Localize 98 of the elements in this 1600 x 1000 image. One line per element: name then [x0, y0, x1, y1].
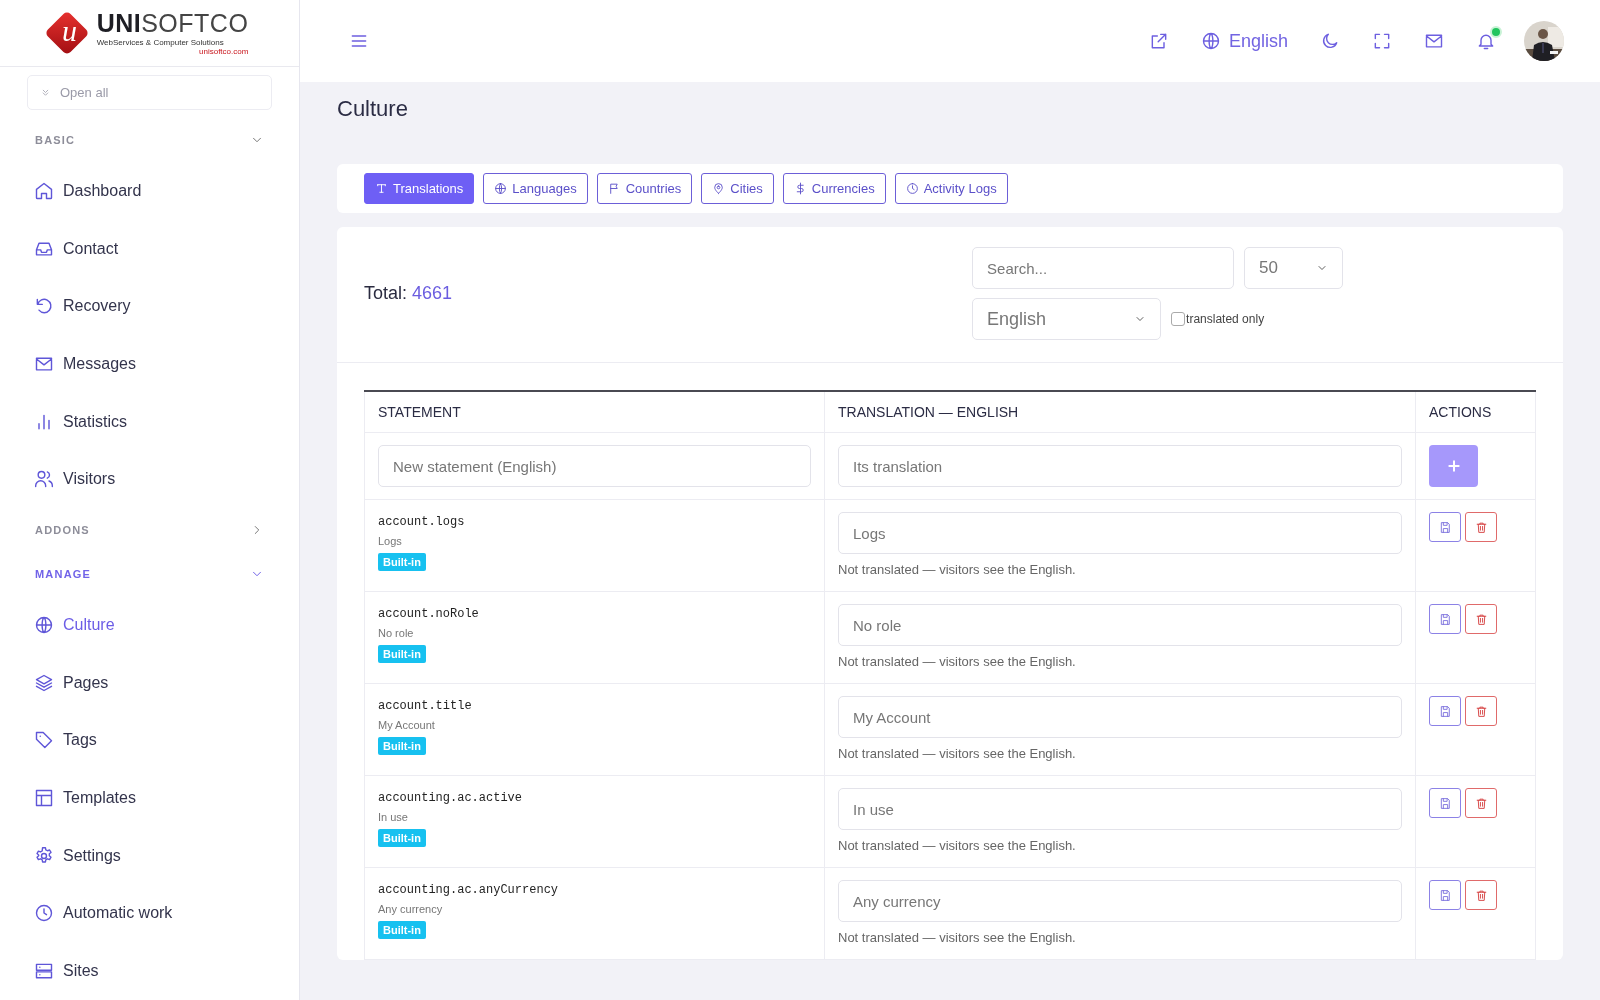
save-button[interactable]: [1429, 512, 1461, 542]
translation-field[interactable]: Its translation: [838, 445, 1402, 487]
logo-url: unisoftco.com: [198, 46, 249, 56]
globe-icon: [1200, 31, 1221, 51]
trash-icon: [1474, 520, 1488, 534]
sidebar-item[interactable]: Statistics: [27, 392, 272, 451]
column-header: TRANSLATION — ENGLISH: [824, 391, 1416, 433]
tab[interactable]: Languages: [483, 173, 588, 204]
trash-icon: [1474, 612, 1488, 626]
save-button[interactable]: [1429, 788, 1461, 818]
translation-field[interactable]: No role: [838, 604, 1402, 646]
tab[interactable]: Activity Logs: [894, 173, 1008, 204]
globe-icon: [34, 615, 54, 636]
house-icon: [34, 180, 54, 201]
translation-field[interactable]: Logs: [838, 512, 1402, 554]
page-title: Culture: [337, 96, 409, 122]
column-header: STATEMENT: [364, 391, 825, 433]
sidebar-item[interactable]: Sites: [27, 942, 272, 1000]
default-text: Any currency: [378, 903, 444, 915]
default-text: No role: [378, 627, 415, 639]
statement-key: account.noRole: [378, 607, 811, 621]
settings-icon: [34, 845, 54, 866]
default-text: In use: [378, 811, 409, 823]
flag-icon: [607, 182, 621, 195]
translation-field[interactable]: My Account: [838, 696, 1402, 738]
sidebar-item[interactable]: Recovery: [27, 277, 272, 336]
statement-key: account.title: [378, 699, 811, 713]
sidebar-item[interactable]: Tags: [27, 711, 272, 770]
translation-note: Not translated — visitors see the English.: [838, 838, 1077, 853]
tab[interactable]: Translations: [364, 173, 475, 204]
built-in-badge: Built-in: [378, 737, 426, 755]
statement-key: accounting.ac.active: [378, 791, 811, 805]
sidebar-item[interactable]: Settings: [27, 826, 272, 885]
sidebar-item[interactable]: Culture: [27, 596, 272, 654]
language-switcher[interactable]: English: [1200, 30, 1288, 52]
delete-button[interactable]: [1465, 696, 1497, 726]
sidebar-item[interactable]: Pages: [27, 653, 272, 712]
trash-icon: [1474, 888, 1488, 902]
brand-name: UNISOFTCO: [96, 10, 249, 36]
plus-icon: [1445, 458, 1462, 474]
location-pin-icon: [712, 182, 726, 195]
delete-button[interactable]: [1465, 880, 1497, 910]
envelope-icon[interactable]: [1424, 31, 1444, 51]
tab[interactable]: Countries: [596, 173, 693, 204]
sidebar-item[interactable]: Dashboard: [27, 162, 272, 220]
tag-icon: [34, 730, 54, 751]
default-text: My Account: [378, 719, 436, 731]
language-select[interactable]: English: [972, 298, 1162, 340]
built-in-badge: Built-in: [378, 553, 426, 571]
delete-button[interactable]: [1465, 788, 1497, 818]
per-page-select[interactable]: 50: [1244, 247, 1344, 289]
column-header: ACTIONS: [1415, 391, 1536, 433]
delete-button[interactable]: [1465, 604, 1497, 634]
checkbox-label: translated only: [1186, 312, 1265, 326]
trash-icon: [1474, 796, 1488, 810]
translation-note: Not translated — visitors see the English.: [838, 562, 1077, 577]
tab[interactable]: Cities: [701, 173, 774, 204]
tab[interactable]: Currencies: [782, 173, 886, 204]
save-button[interactable]: [1429, 604, 1461, 634]
section-header[interactable]: ADDONS: [27, 508, 272, 553]
statement-key: accounting.ac.anyCurrency: [378, 883, 811, 897]
section-header[interactable]: MANAGE: [27, 552, 272, 597]
checkbox[interactable]: [1171, 312, 1186, 326]
built-in-badge: Built-in: [378, 829, 426, 847]
double-chevron-icon: [40, 87, 51, 99]
moon-icon[interactable]: [1320, 31, 1340, 51]
globe-icon: [494, 182, 508, 195]
sidebar-item[interactable]: Templates: [27, 769, 272, 827]
statement-field[interactable]: New statement (English): [378, 445, 811, 487]
save-button[interactable]: [1429, 696, 1461, 726]
delete-button[interactable]: [1465, 512, 1497, 542]
layout-icon: [34, 788, 54, 809]
translation-note: Not translated — visitors see the English.: [838, 746, 1077, 761]
fullscreen-icon[interactable]: [1372, 31, 1392, 51]
users-icon: [34, 469, 54, 490]
translation-note: Not translated — visitors see the English.: [838, 654, 1077, 669]
trash-icon: [1474, 704, 1488, 718]
logo-tagline: WebServices & Computer Solutions: [96, 37, 225, 47]
total-count: Total: 4661: [364, 283, 453, 304]
clock-icon: [34, 903, 54, 924]
default-text: Logs: [378, 535, 403, 547]
built-in-badge: Built-in: [378, 921, 426, 939]
translation-note: Not translated — visitors see the English.: [838, 930, 1077, 945]
sidebar-item[interactable]: Visitors: [27, 450, 272, 509]
sidebar-item[interactable]: Contact: [27, 219, 272, 278]
layers-icon: [34, 672, 54, 693]
statement-key: account.logs: [378, 515, 811, 529]
text-icon: [375, 182, 388, 195]
translation-field[interactable]: In use: [838, 788, 1402, 830]
clock-icon: [905, 182, 919, 195]
section-header[interactable]: BASIC: [27, 118, 272, 163]
search-field[interactable]: Search...: [972, 247, 1235, 289]
sidebar-item[interactable]: Messages: [27, 335, 272, 393]
sidebar-item[interactable]: Automatic work: [27, 884, 272, 943]
translation-field[interactable]: Any currency: [838, 880, 1402, 922]
save-button[interactable]: [1429, 880, 1461, 910]
logo-mark: u: [44, 10, 90, 56]
built-in-badge: Built-in: [378, 645, 426, 663]
